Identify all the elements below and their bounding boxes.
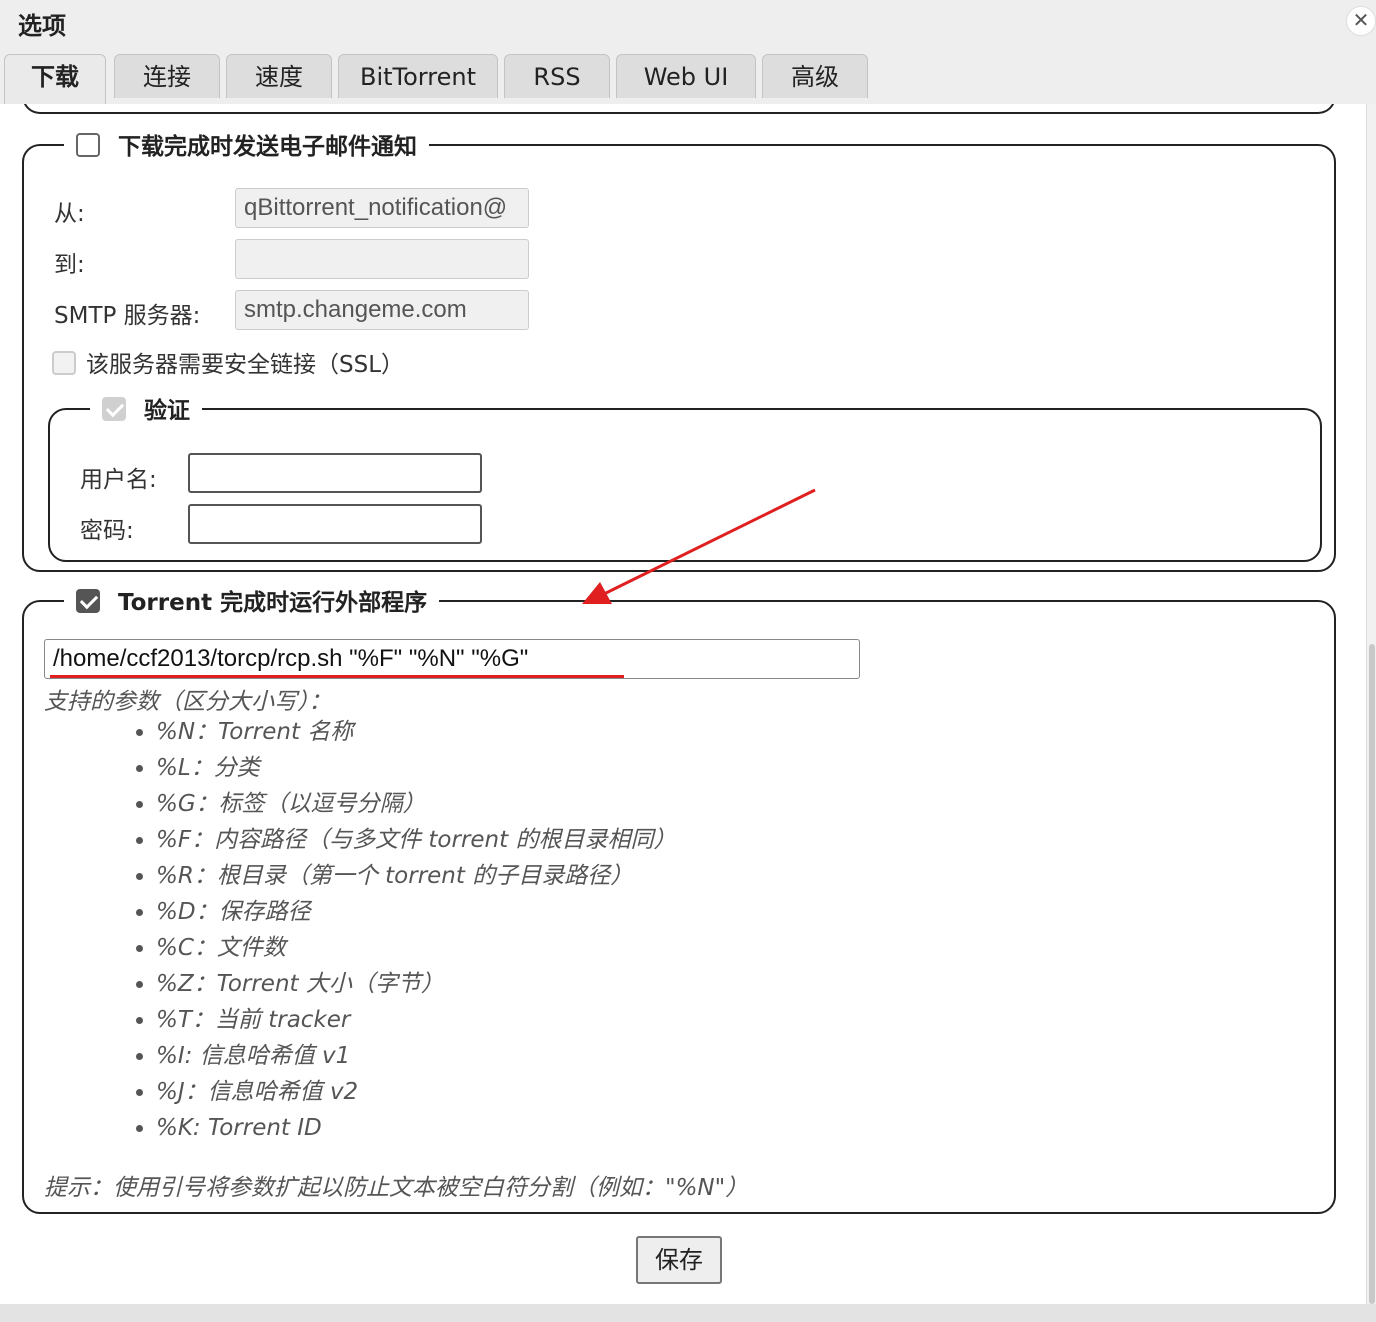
param-item: %R：根目录（第一个 torrent 的子目录路径）	[156, 858, 676, 894]
tab-bar: 下载 连接 速度 BitTorrent RSS Web UI 高级	[0, 46, 1376, 104]
param-item: %I: 信息哈希值 v1	[156, 1038, 676, 1074]
dialog-titlebar: 选项 ✕	[0, 0, 1376, 47]
tab-rss[interactable]: RSS	[504, 54, 610, 98]
tab-advanced[interactable]: 高级	[762, 54, 868, 98]
param-item: %D：保存路径	[156, 894, 676, 930]
tab-connection[interactable]: 连接	[114, 54, 220, 98]
scrollbar-thumb[interactable]	[1369, 644, 1375, 1304]
params-list: %N：Torrent 名称 %L：分类 %G：标签（以逗号分隔） %F：内容路径…	[132, 714, 676, 1146]
param-item: %J：信息哈希值 v2	[156, 1074, 676, 1110]
quoting-tip: 提示：使用引号将参数扩起以防止文本被空白符分割（例如："%N"）	[44, 1175, 749, 1201]
param-item: %Z：Torrent 大小（字节）	[156, 966, 676, 1002]
param-item: %N：Torrent 名称	[156, 714, 676, 750]
options-content: 下载完成时发送电子邮件通知 从: qBittorrent_notificatio…	[0, 104, 1366, 1304]
close-icon[interactable]: ✕	[1346, 6, 1376, 36]
param-item: %K: Torrent ID	[156, 1110, 676, 1146]
tab-download[interactable]: 下载	[4, 54, 106, 104]
param-item: %F：内容路径（与多文件 torrent 的根目录相同）	[156, 822, 676, 858]
tab-speed[interactable]: 速度	[226, 54, 332, 98]
scrollbar[interactable]	[1366, 104, 1376, 1304]
save-button[interactable]: 保存	[636, 1236, 722, 1284]
param-item: %C：文件数	[156, 930, 676, 966]
dialog-title: 选项	[18, 12, 66, 40]
tab-webui[interactable]: Web UI	[616, 54, 756, 98]
param-item: %L：分类	[156, 750, 676, 786]
param-item: %G：标签（以逗号分隔）	[156, 786, 676, 822]
param-item: %T：当前 tracker	[156, 1002, 676, 1038]
tab-bittorrent[interactable]: BitTorrent	[338, 54, 498, 98]
dialog-bottom-edge	[0, 1304, 1376, 1322]
annotation-arrow	[582, 488, 816, 604]
